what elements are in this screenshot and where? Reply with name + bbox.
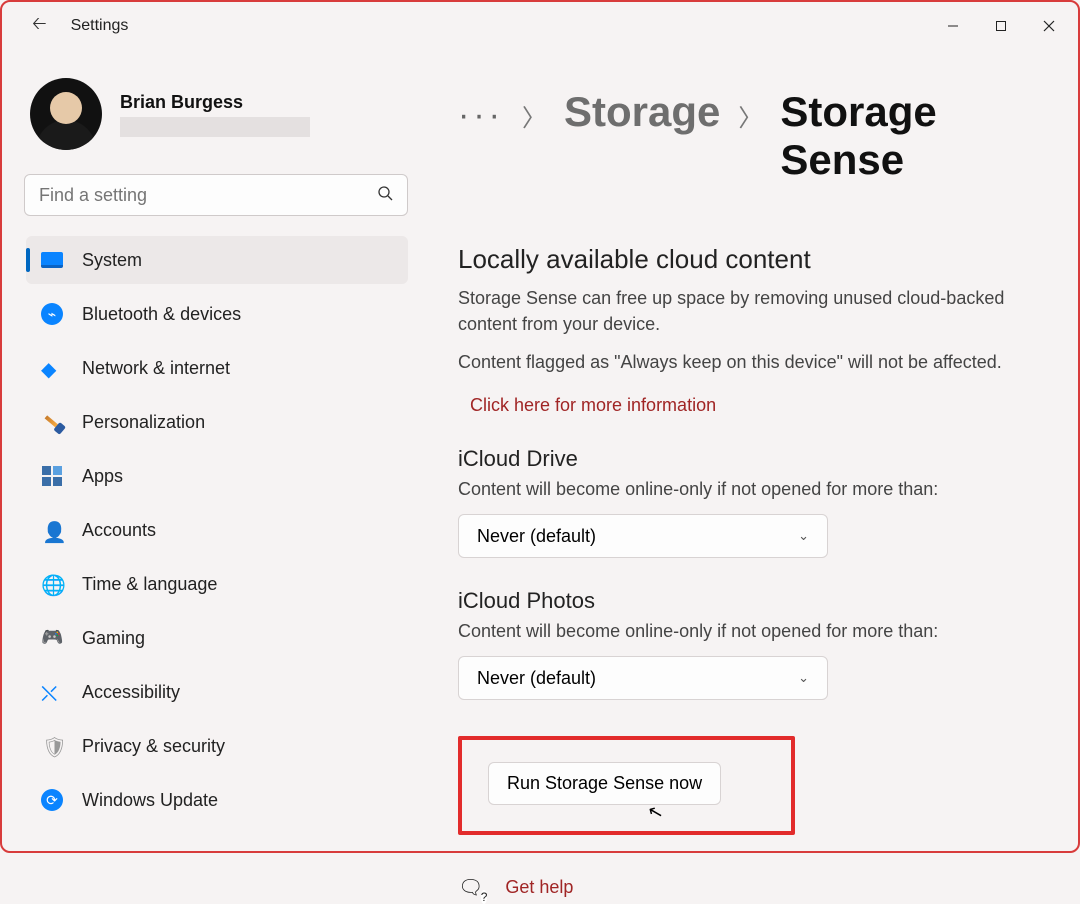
- body-text: Content flagged as "Always keep on this …: [458, 349, 1038, 375]
- dropdown-value: Never (default): [477, 668, 596, 689]
- dropdown-value: Never (default): [477, 526, 596, 547]
- back-arrow-icon[interactable]: 🡠: [28, 7, 51, 45]
- sidebar-item-label: Accessibility: [82, 682, 180, 703]
- icloud-drive-dropdown[interactable]: Never (default) ⌄: [458, 514, 828, 558]
- accessibility-icon: ⛌: [40, 680, 64, 704]
- sub-title: iCloud Photos: [458, 588, 1038, 614]
- close-button[interactable]: [1026, 10, 1072, 42]
- chevron-down-icon: ⌄: [798, 670, 809, 686]
- breadcrumb-current: Storage Sense: [780, 88, 1038, 184]
- window-controls: [930, 10, 1072, 42]
- app-title: Settings: [71, 17, 129, 35]
- update-icon: ⟳: [40, 788, 64, 812]
- sidebar-item-label: Windows Update: [82, 790, 218, 811]
- breadcrumb-ellipsis[interactable]: ···: [458, 98, 504, 132]
- sidebar-item-gaming[interactable]: 🎮 Gaming: [26, 614, 408, 662]
- info-link[interactable]: Click here for more information: [470, 395, 716, 416]
- sub-title: iCloud Drive: [458, 446, 1038, 472]
- sidebar-item-network[interactable]: ◆ Network & internet: [26, 344, 408, 392]
- search-box[interactable]: [24, 174, 408, 216]
- sidebar-item-label: Personalization: [82, 412, 205, 433]
- shield-icon: 🛡: [40, 734, 64, 758]
- sidebar-item-label: Accounts: [82, 520, 156, 541]
- chevron-down-icon: ⌄: [798, 528, 809, 544]
- avatar: [30, 78, 102, 150]
- chevron-right-icon: 〉: [738, 98, 762, 133]
- sidebar-item-accessibility[interactable]: ⛌ Accessibility: [26, 668, 408, 716]
- gamepad-icon: 🎮: [40, 626, 64, 650]
- profile-email: [120, 117, 310, 137]
- bluetooth-icon: ⌁: [40, 302, 64, 326]
- breadcrumb: ··· 〉 Storage 〉 Storage Sense: [458, 88, 1038, 184]
- section-heading: Locally available cloud content: [458, 244, 1038, 275]
- nav-list: System ⌁ Bluetooth & devices ◆ Network &…: [22, 236, 412, 824]
- icloud-drive-section: iCloud Drive Content will become online-…: [458, 446, 1038, 558]
- help-icon: 🗨?: [458, 875, 483, 900]
- breadcrumb-storage[interactable]: Storage: [564, 88, 720, 136]
- icloud-photos-section: iCloud Photos Content will become online…: [458, 588, 1038, 700]
- sub-subtitle: Content will become online-only if not o…: [458, 618, 1038, 644]
- sidebar: Brian Burgess System ⌁ Bluetooth & devic…: [22, 50, 422, 851]
- clock-icon: 🌐: [40, 572, 64, 596]
- sidebar-item-bluetooth[interactable]: ⌁ Bluetooth & devices: [26, 290, 408, 338]
- run-storage-sense-button[interactable]: Run Storage Sense now: [488, 762, 721, 805]
- settings-window: 🡠 Settings Brian Burgess: [0, 0, 1080, 853]
- maximize-button[interactable]: [978, 10, 1024, 42]
- sidebar-item-label: Network & internet: [82, 358, 230, 379]
- sidebar-item-accounts[interactable]: 👤 Accounts: [26, 506, 408, 554]
- highlight-box: Run Storage Sense now ↖: [458, 736, 795, 835]
- profile-name: Brian Burgess: [120, 92, 310, 113]
- main-content: ··· 〉 Storage 〉 Storage Sense Locally av…: [422, 50, 1078, 851]
- account-icon: 👤: [40, 518, 64, 542]
- sidebar-item-label: Gaming: [82, 628, 145, 649]
- sub-subtitle: Content will become online-only if not o…: [458, 476, 1038, 502]
- sidebar-item-label: Time & language: [82, 574, 217, 595]
- titlebar: 🡠 Settings: [2, 2, 1078, 50]
- wifi-icon: ◆: [40, 356, 64, 380]
- icloud-photos-dropdown[interactable]: Never (default) ⌄: [458, 656, 828, 700]
- sidebar-item-label: Privacy & security: [82, 736, 225, 757]
- sidebar-item-apps[interactable]: Apps: [26, 452, 408, 500]
- minimize-button[interactable]: [930, 10, 976, 42]
- profile-block[interactable]: Brian Burgess: [22, 50, 412, 174]
- sidebar-item-system[interactable]: System: [26, 236, 408, 284]
- chevron-right-icon: 〉: [522, 98, 546, 133]
- sidebar-item-time[interactable]: 🌐 Time & language: [26, 560, 408, 608]
- get-help-link[interactable]: Get help: [505, 877, 573, 898]
- monitor-icon: [40, 248, 64, 272]
- sidebar-item-label: Bluetooth & devices: [82, 304, 241, 325]
- search-input[interactable]: [39, 185, 377, 206]
- search-icon: [377, 185, 393, 206]
- brush-icon: [40, 410, 64, 434]
- sidebar-item-label: Apps: [82, 466, 123, 487]
- body-text: Storage Sense can free up space by remov…: [458, 285, 1038, 337]
- apps-icon: [40, 464, 64, 488]
- sidebar-item-label: System: [82, 250, 142, 271]
- help-row: 🗨? Get help: [458, 875, 1038, 900]
- sidebar-item-personalization[interactable]: Personalization: [26, 398, 408, 446]
- sidebar-item-update[interactable]: ⟳ Windows Update: [26, 776, 408, 824]
- sidebar-item-privacy[interactable]: 🛡 Privacy & security: [26, 722, 408, 770]
